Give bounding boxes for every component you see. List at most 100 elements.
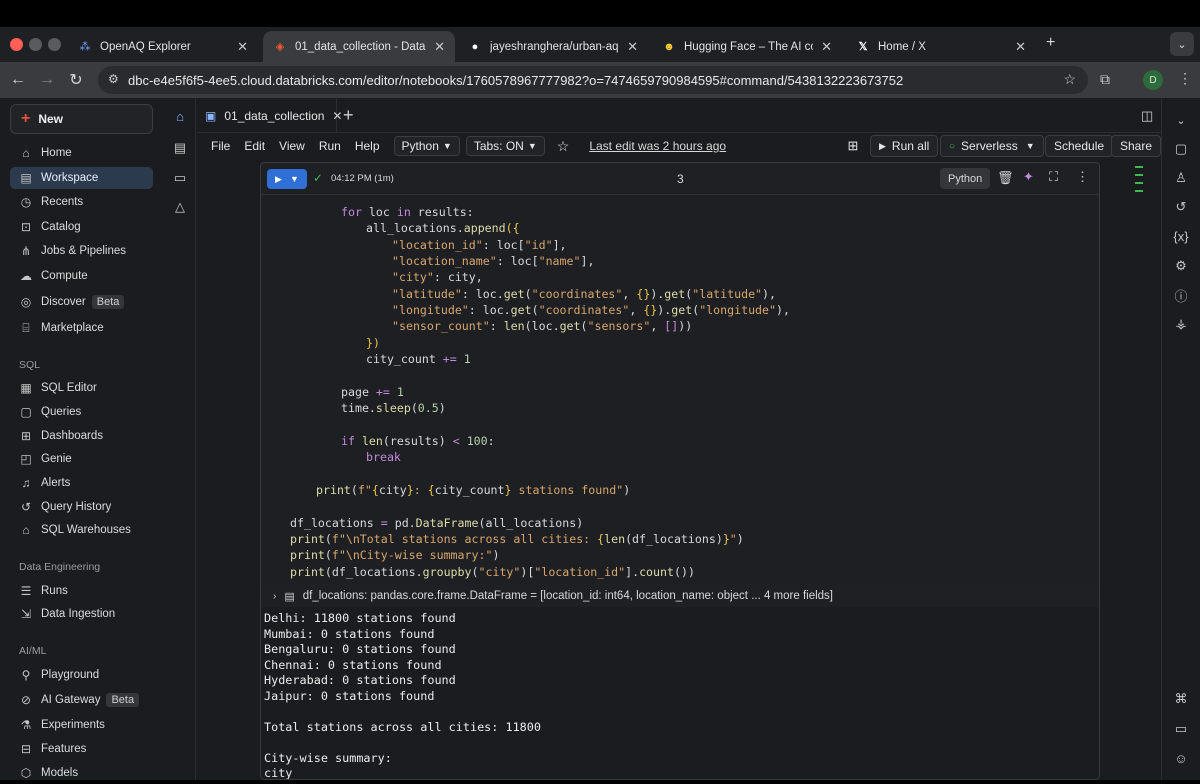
url-field[interactable]: ⚙ dbc-e4e5f6f5-4ee5.cloud.databricks.com… [98, 66, 1088, 94]
notebook-cell[interactable]: ▶ ▼ ✓ 04:12 PM (1m) 3 Python 🗑 ✦ ⛶ ⋮ for… [260, 162, 1100, 780]
sidebar-item-sql-warehouses[interactable]: ⌂ SQL Warehouses [10, 519, 153, 541]
code-editor[interactable]: for loc in results: all_locations.append… [261, 196, 1099, 584]
folder-icon[interactable]: ▭ [171, 169, 189, 187]
sidebar-item-sql-editor[interactable]: ▦ SQL Editor [10, 377, 153, 399]
close-tab-icon[interactable]: ✕ [332, 109, 342, 123]
run-cell-button[interactable]: ▶ ▼ [267, 169, 307, 189]
sidebar-item-queries[interactable]: ▢ Queries [10, 401, 153, 423]
person-icon[interactable]: ♙ [1172, 169, 1190, 187]
browser-tab-github[interactable]: ● jayeshranghera/urban-aqi-pre ✕ [458, 31, 648, 62]
editor-icon: ▦ [20, 381, 32, 395]
expand-icon[interactable]: ⛶ [1049, 169, 1058, 185]
sidebar-item-label: Playground [41, 669, 100, 681]
shapes-icon[interactable]: △ [171, 198, 189, 216]
menu-file[interactable]: File [211, 139, 230, 153]
model-serving-icon[interactable]: ⚶ [1172, 315, 1190, 333]
browser-tab-x[interactable]: 𝕏 Home / X ✕ [846, 31, 1036, 62]
menu-edit[interactable]: Edit [244, 139, 265, 153]
cloud-icon: ☁ [20, 269, 32, 283]
history-icon[interactable]: ↺ [1172, 198, 1190, 216]
extensions-icon[interactable]: ⧉ [1100, 71, 1110, 88]
sidebar-item-features[interactable]: ⊟ Features [10, 738, 153, 760]
sidebar-item-data-ingestion[interactable]: ⇲ Data Ingestion [10, 603, 153, 625]
site-info-icon[interactable]: ⚙ [108, 72, 119, 86]
sidebar-item-compute[interactable]: ☁ Compute [10, 265, 153, 287]
notebook-icon[interactable]: ▤ [171, 139, 189, 157]
menu-view[interactable]: View [279, 139, 305, 153]
cell-language-badge[interactable]: Python [940, 168, 991, 189]
minimap-indicator[interactable] [1135, 166, 1145, 196]
variables-icon[interactable]: {x} [1172, 227, 1190, 245]
share-button[interactable]: Share [1111, 135, 1162, 157]
sidebar-item-label: Compute [41, 270, 88, 282]
notebook-tab[interactable]: ▣ 01_data_collection ✕ [197, 98, 342, 133]
assistant-sparkle-icon[interactable]: ✦ [1023, 169, 1034, 185]
gateway-icon: ⊘ [20, 693, 32, 707]
sidebar-item-recents[interactable]: ◷ Recents [10, 191, 153, 213]
sidebar-item-models[interactable]: ⬡ Models [10, 762, 153, 784]
zoom-window-icon[interactable] [48, 38, 61, 51]
output-line: Delhi: 11800 stations found [264, 611, 456, 625]
keyboard-shortcut-icon[interactable]: ⌘ [1172, 690, 1190, 708]
sidebar-item-genie[interactable]: ◰ Genie [10, 448, 153, 470]
sidebar-item-marketplace[interactable]: ⌸ Marketplace [10, 317, 153, 339]
sidebar: + New ⌂ Home ▤ Workspace ◷ Recents ⊡ Catalog… [0, 98, 164, 780]
sidebar-item-alerts[interactable]: ♫ Alerts [10, 472, 153, 494]
close-tab-icon[interactable]: ✕ [1015, 39, 1026, 55]
menu-run[interactable]: Run [319, 139, 341, 153]
split-panel-icon[interactable]: ◫ [1141, 108, 1153, 124]
close-tab-icon[interactable]: ✕ [434, 39, 445, 55]
sidebar-item-ai-gateway[interactable]: ⊘ AI Gateway Beta [10, 689, 153, 711]
chat-icon[interactable]: ▭ [1172, 720, 1190, 738]
sidebar-item-catalog[interactable]: ⊡ Catalog [10, 216, 153, 238]
close-window-icon[interactable] [10, 38, 23, 51]
layout-icon[interactable]: ⊞ [843, 135, 863, 157]
language-select[interactable]: Python ▼ [393, 136, 460, 156]
bookmark-star-icon[interactable]: ☆ [1063, 71, 1076, 88]
dataframe-summary-row[interactable]: › ▤ df_locations: pandas.core.frame.Data… [261, 585, 1099, 607]
sidebar-item-experiments[interactable]: ⚗ Experiments [10, 714, 153, 736]
trash-icon[interactable]: 🗑 [997, 170, 1014, 186]
sidebar-item-query-history[interactable]: ↺ Query History [10, 496, 153, 518]
forward-icon[interactable]: → [37, 70, 57, 90]
sidebar-item-playground[interactable]: ⚲ Playground [10, 664, 153, 686]
browser-tab-openaq[interactable]: ⁂ OpenAQ Explorer ✕ [68, 31, 258, 62]
sidebar-item-dashboards[interactable]: ⊞ Dashboards [10, 425, 153, 447]
sidebar-item-runs[interactable]: ☰ Runs [10, 580, 153, 602]
sidebar-item-label: Features [41, 743, 87, 755]
info-icon[interactable]: ⓘ [1172, 286, 1190, 304]
chevron-down-icon[interactable]: ⌄ [1172, 111, 1190, 129]
last-edit-link[interactable]: Last edit was 2 hours ago [589, 139, 726, 153]
menu-help[interactable]: Help [355, 139, 380, 153]
profile-avatar[interactable]: D [1143, 70, 1163, 90]
browser-tab-huggingface[interactable]: ☻ Hugging Face – The AI comm ✕ [652, 31, 842, 62]
sidebar-item-home[interactable]: ⌂ Home [10, 142, 153, 164]
favorite-star-icon[interactable]: ☆ [557, 138, 570, 155]
compute-select[interactable]: ○ Serverless ▼ [940, 135, 1044, 157]
minimize-window-icon[interactable] [29, 38, 42, 51]
sidebar-item-discover[interactable]: ◎ Discover Beta [10, 291, 153, 313]
sidebar-item-workspace[interactable]: ▤ Workspace [10, 167, 153, 189]
assistant-icon[interactable]: ☺ [1172, 749, 1190, 767]
add-tab-icon[interactable]: + [343, 105, 354, 126]
close-tab-icon[interactable]: ✕ [237, 39, 248, 55]
reload-icon[interactable]: ↻ [66, 70, 86, 90]
settings-sliders-icon[interactable]: ⚙ [1172, 257, 1190, 275]
tab-search-icon[interactable]: ⌄ [1170, 32, 1194, 56]
new-tab-icon[interactable]: + [1046, 34, 1055, 52]
schedule-button[interactable]: Schedule [1045, 135, 1114, 157]
close-tab-icon[interactable]: ✕ [821, 39, 832, 55]
sidebar-item-jobs[interactable]: ⋔ Jobs & Pipelines [10, 240, 153, 262]
new-button[interactable]: + New [10, 104, 153, 134]
more-options-icon[interactable]: ⋮ [1076, 169, 1089, 185]
browser-menu-icon[interactable]: ⋮ [1178, 70, 1192, 87]
back-icon[interactable]: ← [8, 70, 28, 90]
tabs-setting-select[interactable]: Tabs: ON ▼ [465, 136, 545, 156]
output-line: Hyderabad: 0 stations found [264, 673, 456, 687]
home-icon[interactable]: ⌂ [171, 107, 189, 125]
comment-icon[interactable]: ▢ [1172, 140, 1190, 158]
browser-tab-databricks[interactable]: ◈ 01_data_collection - Databric ✕ [263, 31, 455, 62]
run-all-button[interactable]: ▶ Run all [870, 135, 939, 157]
close-tab-icon[interactable]: ✕ [627, 39, 638, 55]
section-header-data-engineering: Data Engineering [19, 561, 101, 573]
